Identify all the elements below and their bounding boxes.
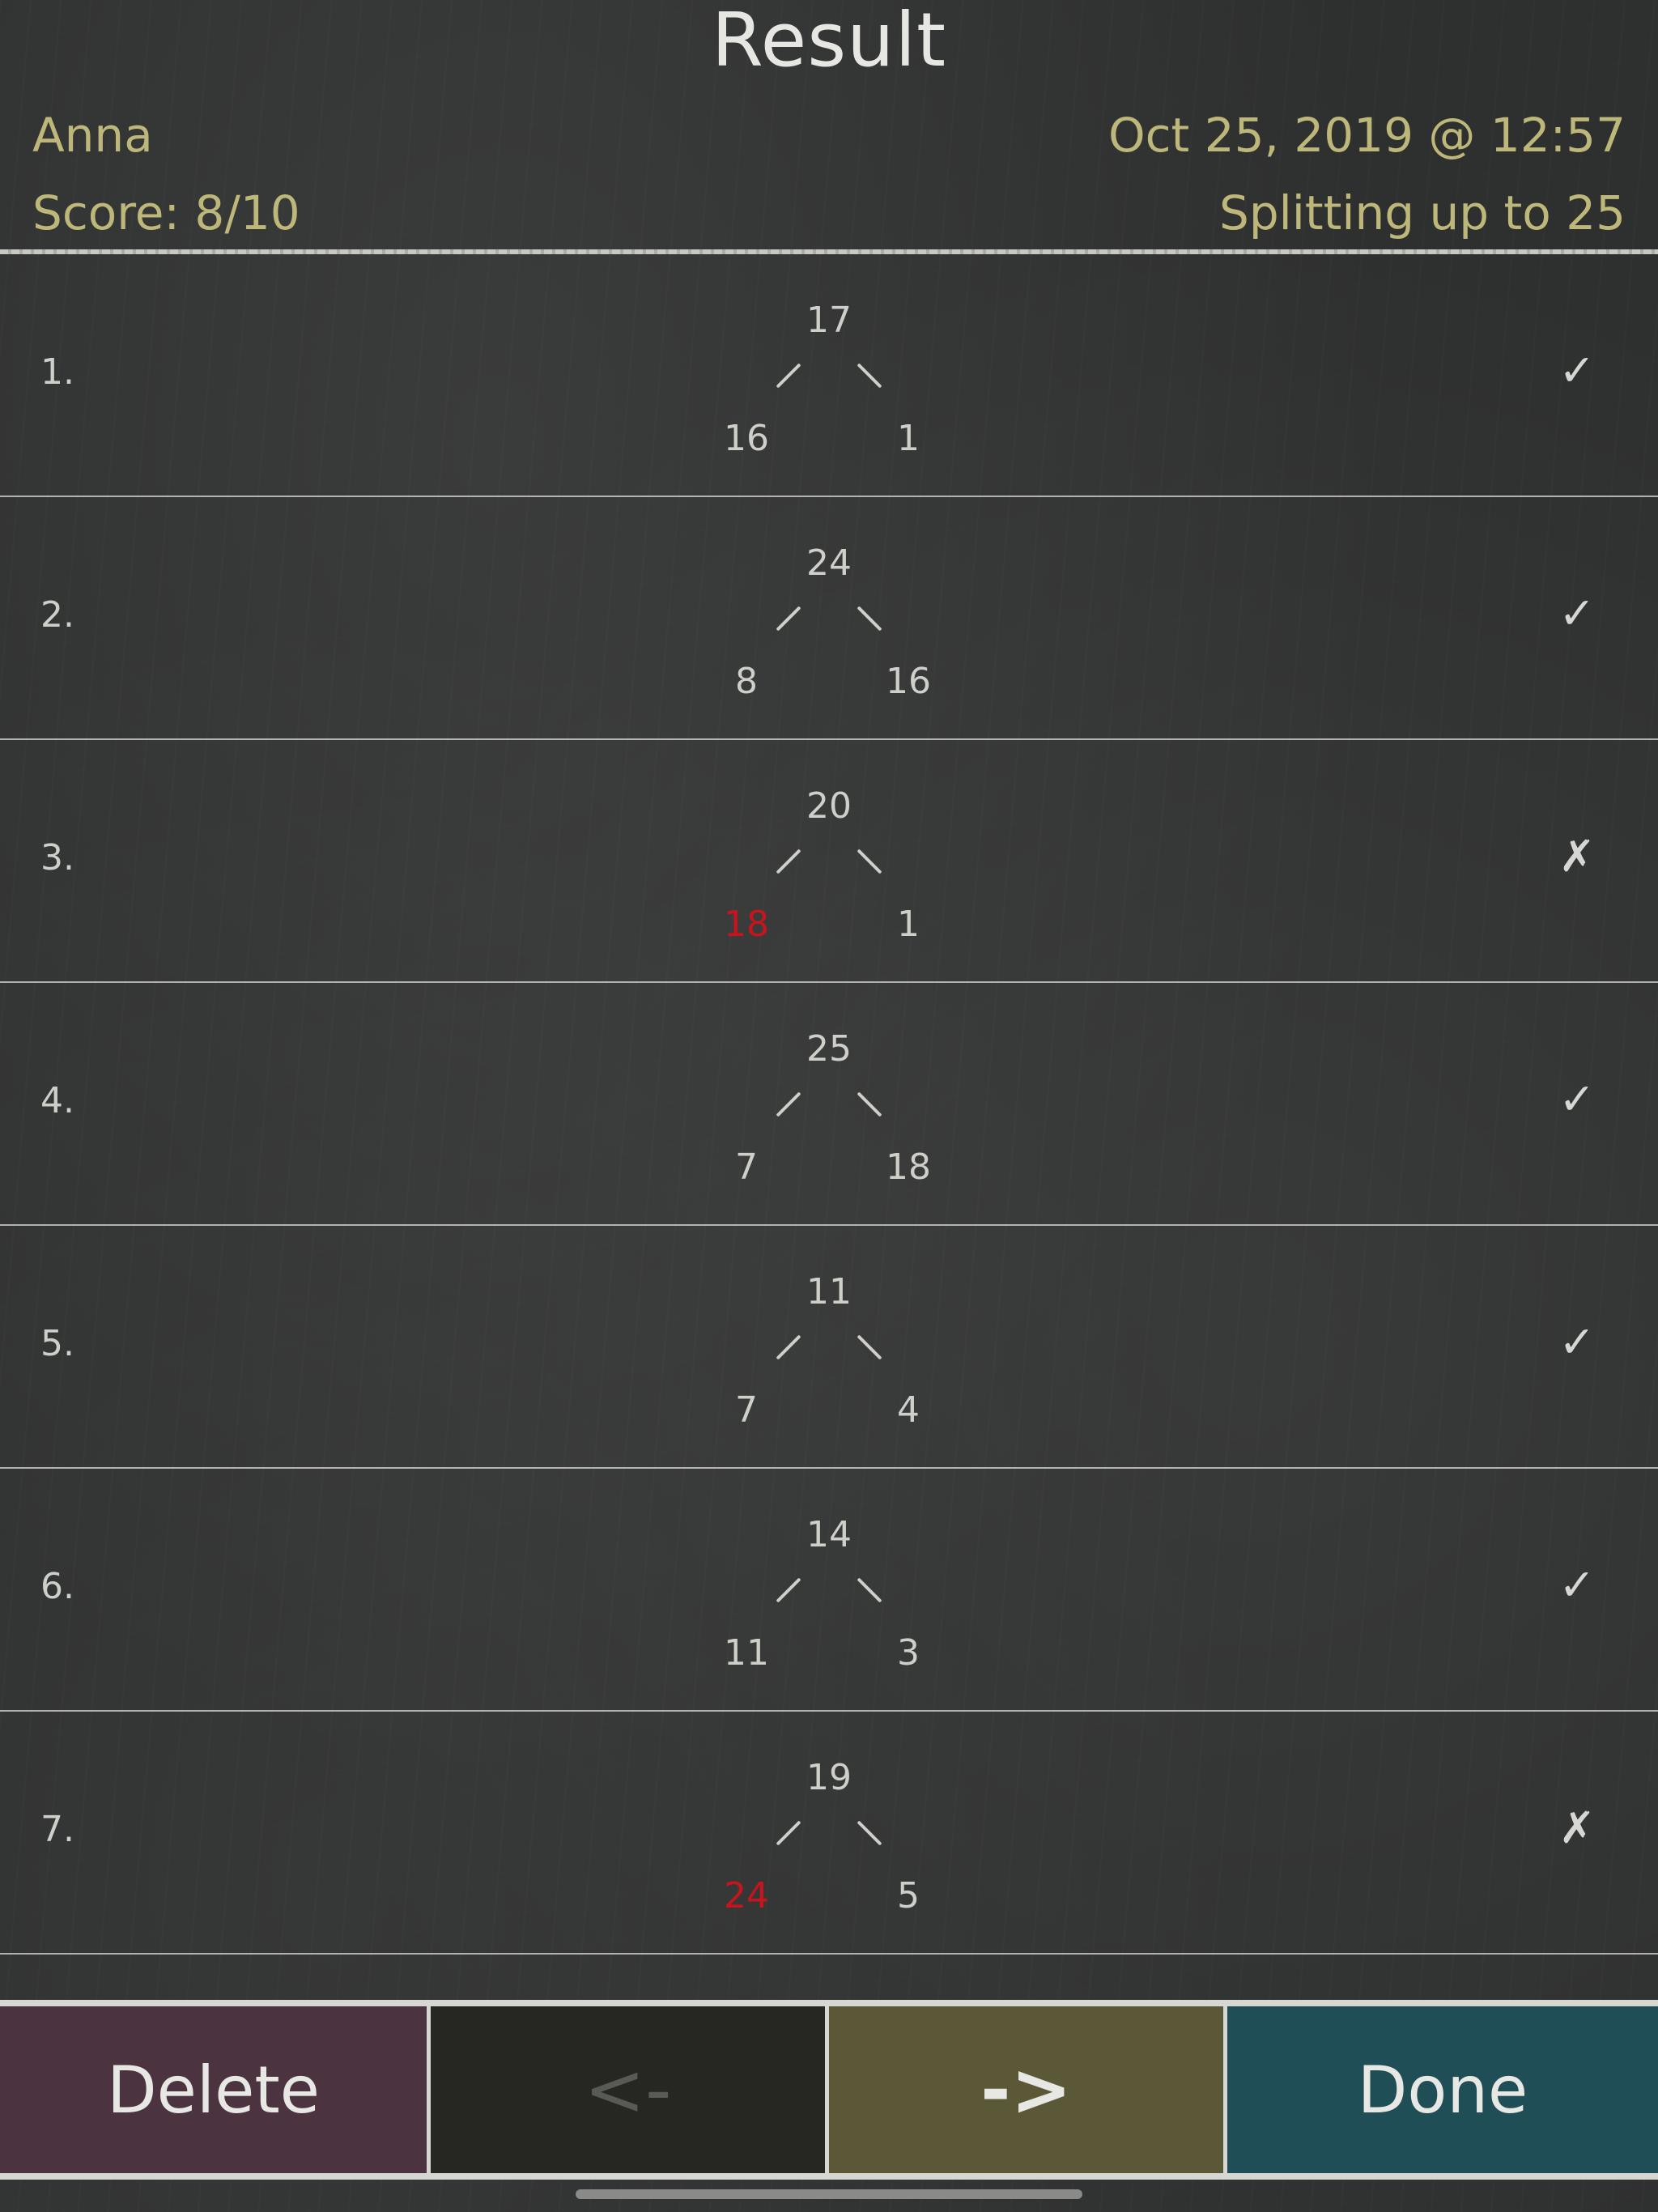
left-branch-line	[776, 1577, 801, 1603]
right-part: 1	[897, 418, 920, 459]
left-part: 18	[724, 904, 769, 945]
check-icon: ✓	[1558, 345, 1596, 396]
total-number: 17	[806, 300, 852, 341]
test-datetime: Oct 25, 2019 @ 12:57	[1107, 108, 1626, 163]
left-branch-line	[776, 1820, 801, 1846]
left-branch-line	[776, 606, 801, 632]
left-part: 7	[735, 1389, 758, 1431]
done-button[interactable]: Done	[1227, 2006, 1658, 2173]
row-number: 2.	[40, 594, 74, 636]
total-number: 25	[806, 1028, 852, 1070]
right-part: 1	[897, 904, 920, 945]
result-row: 4. 25 7 18 ✓	[0, 983, 1658, 1226]
check-icon: ✓	[1558, 1074, 1596, 1125]
row-number: 4.	[40, 1080, 74, 1121]
right-part: 4	[897, 1389, 920, 1431]
right-branch-line	[857, 849, 882, 874]
left-branch-line	[776, 849, 801, 874]
page-title: Result	[711, 0, 947, 83]
result-row: 3. 20 18 1 ✗	[0, 740, 1658, 983]
home-indicator[interactable]	[576, 2189, 1082, 2199]
left-part: 8	[735, 661, 758, 702]
left-branch-line	[776, 363, 801, 389]
right-part: 5	[897, 1875, 920, 1916]
previous-button[interactable]: <-	[431, 2006, 829, 2173]
results-list: 1. 17 16 1 ✓ 2. 24 8 16 ✓ 3. 20 18 1 ✗ 4. 25 7 18 ✓ 5. 11 7 4 ✓ 6…	[0, 254, 1658, 1955]
result-row: 1. 17 16 1 ✓	[0, 254, 1658, 497]
right-branch-line	[857, 1820, 882, 1846]
bottom-toolbar: Delete <- -> Done	[0, 2000, 1658, 2180]
student-name: Anna	[32, 108, 153, 163]
check-icon: ✓	[1558, 588, 1596, 639]
right-branch-line	[857, 363, 882, 389]
row-number: 6.	[40, 1566, 74, 1607]
total-number: 19	[806, 1757, 852, 1798]
row-number: 7.	[40, 1809, 74, 1850]
right-branch-line	[857, 606, 882, 632]
check-icon: ✓	[1558, 1559, 1596, 1610]
total-number: 20	[806, 785, 852, 827]
right-part: 3	[897, 1632, 920, 1674]
right-part: 18	[886, 1146, 931, 1188]
row-number: 5.	[40, 1323, 74, 1364]
result-row: 2. 24 8 16 ✓	[0, 497, 1658, 740]
left-part: 11	[724, 1632, 769, 1674]
left-part: 7	[735, 1146, 758, 1188]
result-row: 5. 11 7 4 ✓	[0, 1226, 1658, 1469]
delete-button[interactable]: Delete	[0, 2006, 431, 2173]
row-number: 3.	[40, 837, 74, 878]
test-mode: Splitting up to 25	[1219, 185, 1626, 240]
result-row: 7. 19 24 5 ✗	[0, 1712, 1658, 1955]
left-part: 16	[724, 418, 769, 459]
cross-icon: ✗	[1558, 1802, 1596, 1853]
total-number: 24	[806, 542, 852, 584]
right-part: 16	[886, 661, 931, 702]
total-number: 11	[806, 1271, 852, 1312]
right-branch-line	[857, 1577, 882, 1603]
left-branch-line	[776, 1334, 801, 1360]
left-part: 24	[724, 1875, 769, 1916]
next-button[interactable]: ->	[829, 2006, 1227, 2173]
result-row: 6. 14 11 3 ✓	[0, 1469, 1658, 1712]
row-number: 1.	[40, 351, 74, 393]
total-number: 14	[806, 1514, 852, 1555]
cross-icon: ✗	[1558, 831, 1596, 882]
score-label: Score: 8/10	[32, 185, 300, 240]
right-branch-line	[857, 1091, 882, 1117]
left-branch-line	[776, 1091, 801, 1117]
check-icon: ✓	[1558, 1317, 1596, 1368]
right-branch-line	[857, 1334, 882, 1360]
